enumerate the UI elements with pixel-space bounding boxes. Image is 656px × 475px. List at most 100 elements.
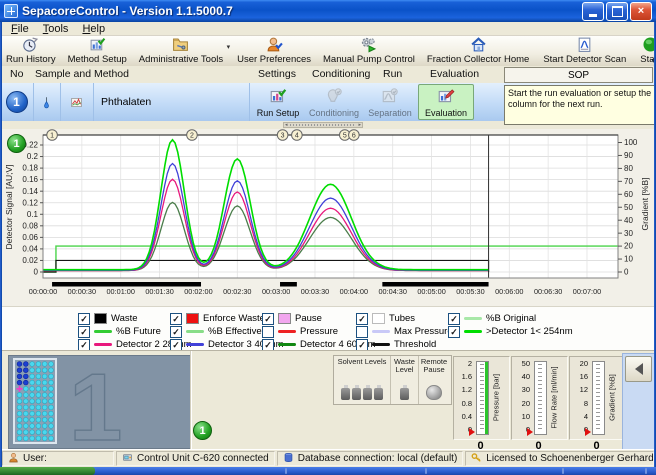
legend-swatch xyxy=(278,330,296,333)
queue-row-number: 1 xyxy=(6,91,28,113)
toolbar-button-run-history[interactable]: Run History xyxy=(0,36,62,66)
svg-text:60: 60 xyxy=(624,190,633,199)
legend-item-b-original: ✓%B Original xyxy=(448,313,536,324)
step-button-separation: Separation xyxy=(362,84,418,120)
window-title: SepacoreControl - Version 1.1.5000.7 xyxy=(22,4,233,18)
minimize-button[interactable] xyxy=(582,2,604,21)
legend-checkbox-enforce-waste[interactable]: ✓ xyxy=(170,313,182,325)
status-bar: User:Control Unit C-620 connectedDatabas… xyxy=(0,449,656,467)
svg-text:00:02:30: 00:02:30 xyxy=(223,287,251,296)
group-label: Remote Pause xyxy=(419,358,449,374)
svg-text:0.06: 0.06 xyxy=(22,233,38,242)
svg-text:00:07:00: 00:07:00 xyxy=(573,287,601,296)
toolbar-button-administrative-tools[interactable]: ▾Administrative Tools xyxy=(133,36,229,66)
fraction-collector-panel: 1 1 Solvent LevelsWaste LevelRemote Paus… xyxy=(0,350,656,450)
waste-bar xyxy=(52,282,201,287)
svg-text:40: 40 xyxy=(624,216,633,225)
legend-checkbox-pause[interactable]: ✓ xyxy=(262,313,274,325)
svg-text:0.02: 0.02 xyxy=(22,256,38,265)
legend-checkbox-b-original[interactable]: ✓ xyxy=(448,313,460,325)
chart-legend: ✓Waste✓Enforce Waste✓Pause✓Tubes✓%B Orig… xyxy=(0,306,656,351)
menu-file[interactable]: File xyxy=(4,23,36,35)
user-icon xyxy=(8,452,19,466)
menu-tools[interactable]: Tools xyxy=(36,23,76,35)
collector-home-icon xyxy=(470,36,487,56)
app-icon xyxy=(4,4,18,18)
svg-text:00:00:00: 00:00:00 xyxy=(29,287,57,296)
gauge-axis-label: Pressure [bar] xyxy=(488,361,504,433)
status-control-unit-c-620: Control Unit C-620 connected xyxy=(116,451,275,466)
gauge-tick-labels: 50403020100 xyxy=(513,360,530,433)
legend-checkbox-threshold[interactable]: ✓ xyxy=(356,339,368,351)
toolbar-button-label: Manual Pump Control xyxy=(323,55,415,65)
window-left-border xyxy=(0,22,2,467)
gauge-pointer-icon xyxy=(527,428,533,436)
svg-text:00:05:00: 00:05:00 xyxy=(417,287,445,296)
toolbar-button-label: Run History xyxy=(6,55,56,65)
svg-text:50: 50 xyxy=(624,203,633,212)
svg-text:00:04:30: 00:04:30 xyxy=(379,287,407,296)
toolbar-button-user-preferences[interactable]: User Preferences xyxy=(231,36,317,66)
legend-checkbox-b-future[interactable]: ✓ xyxy=(78,326,90,338)
legend-checkbox-waste[interactable]: ✓ xyxy=(78,313,90,325)
toolbar-button-method-setup[interactable]: Method Setup xyxy=(62,36,133,66)
column-header-sample-and-method: Sample and Method xyxy=(35,68,129,80)
method-cell[interactable] xyxy=(60,83,94,121)
step-button-label: Conditioning xyxy=(309,108,359,118)
windows-taskbar[interactable] xyxy=(0,467,656,475)
toolbar-button-label: Fraction Collector Home xyxy=(427,55,529,65)
step-button-conditioning: Conditioning xyxy=(306,84,362,120)
sop-column-header[interactable]: SOP xyxy=(504,67,653,83)
legend-checkbox-detector-1-254nm[interactable]: ✓ xyxy=(448,326,460,338)
toolbar-button-label: Start Detector Scan xyxy=(543,55,626,65)
splitter-right-arrow-icon[interactable]: ▸ xyxy=(358,122,361,128)
legend-item-max-pressure: Max Pressure xyxy=(356,326,453,337)
collapse-panel-button[interactable] xyxy=(625,356,652,382)
sample-name[interactable]: Phthalaten xyxy=(93,83,250,121)
rack-visualization[interactable]: 1 xyxy=(8,355,192,449)
bottle-icon xyxy=(363,388,372,400)
legend-checkbox-pressure[interactable] xyxy=(262,326,274,338)
svg-text:00:04:00: 00:04:00 xyxy=(340,287,368,296)
toolbar-button-start-detector-scan[interactable]: Start Detector Scan xyxy=(537,36,632,66)
method-setup-icon xyxy=(89,36,106,56)
sample-cell[interactable] xyxy=(33,83,61,121)
menu-help[interactable]: Help xyxy=(75,23,112,35)
legend-checkbox-max-pressure[interactable] xyxy=(356,326,368,338)
legend-checkbox-detector-4-600nm[interactable]: ✓ xyxy=(262,339,274,351)
remote-pause-button[interactable] xyxy=(426,385,442,400)
svg-text:5: 5 xyxy=(343,133,347,140)
dropdown-caret-icon[interactable]: ▾ xyxy=(227,43,231,51)
legend-checkbox-tubes[interactable]: ✓ xyxy=(356,313,368,325)
legend-item-waste: ✓Waste xyxy=(78,313,138,324)
splitter-left-arrow-icon[interactable]: ◂ xyxy=(285,122,288,128)
legend-swatch xyxy=(278,343,296,346)
step-button-label: Separation xyxy=(368,108,412,118)
gauge-pointer-icon xyxy=(469,428,475,436)
legend-checkbox-b-effective[interactable]: ✓ xyxy=(170,326,182,338)
toolbar-button-manual-pump-control[interactable]: Manual Pump Control xyxy=(317,36,421,66)
legend-checkbox-detector-2-280nm[interactable]: ✓ xyxy=(78,339,90,351)
step-button-evaluation[interactable]: Evaluation xyxy=(418,84,474,120)
taskbar-start-segment[interactable] xyxy=(0,467,95,475)
gauge-gradient-b: 201612840Gradient [%B] xyxy=(569,356,626,440)
admin-tools-icon xyxy=(172,36,189,56)
step-button-run-setup[interactable]: Run Setup xyxy=(250,84,306,120)
toolbar-button-label: Method Setup xyxy=(68,55,127,65)
svg-text:0.12: 0.12 xyxy=(22,198,38,207)
legend-item-tubes: ✓Tubes xyxy=(356,313,415,324)
svg-text:0.04: 0.04 xyxy=(22,245,38,254)
legend-checkbox-detector-3-400nm[interactable]: ✓ xyxy=(170,339,182,351)
svg-text:00:02:00: 00:02:00 xyxy=(184,287,212,296)
legend-label: Max Pressure xyxy=(394,326,453,337)
gauge-axis-label: Flow Rate [ml/min] xyxy=(546,361,562,433)
legend-swatch xyxy=(372,343,390,346)
status-database-connection-local: Database connection: local (default) xyxy=(277,451,464,466)
maximize-button[interactable] xyxy=(606,2,628,21)
toolbar-button-fraction-collector-home[interactable]: Fraction Collector Home xyxy=(421,36,535,66)
user-preferences-icon xyxy=(266,36,283,56)
legend-label: >Detector 1< 254nm xyxy=(486,326,573,337)
legend-swatch xyxy=(94,313,107,324)
close-button[interactable]: × xyxy=(630,2,652,21)
splitter-handle[interactable]: ◂ ▸ xyxy=(283,122,363,128)
